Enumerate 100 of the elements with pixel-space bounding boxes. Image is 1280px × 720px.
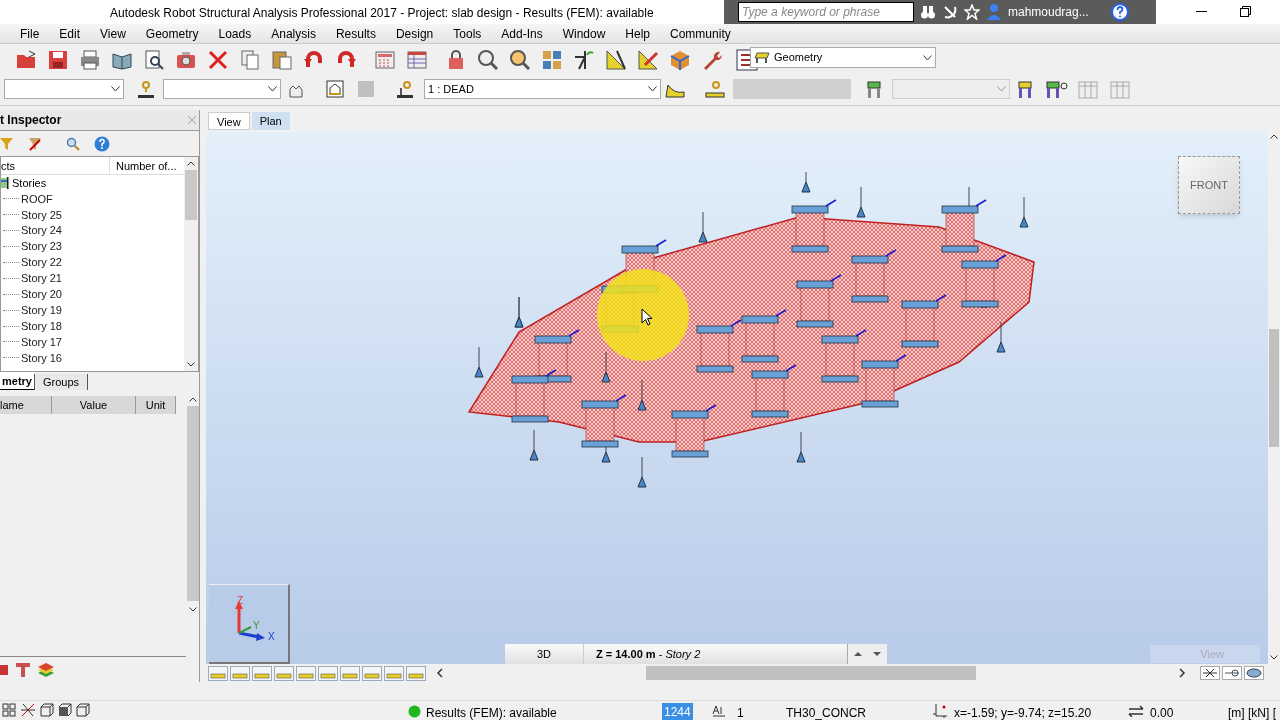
link-icon[interactable] — [1222, 666, 1242, 680]
beam-icon[interactable] — [13, 660, 33, 679]
camera-icon[interactable] — [175, 49, 197, 71]
menu-item[interactable]: Loads — [208, 24, 262, 43]
column-header: Unit — [136, 396, 176, 414]
zoom-icon[interactable] — [509, 49, 531, 71]
scroll-right-icon[interactable] — [1178, 668, 1186, 678]
support-icon[interactable] — [573, 49, 595, 71]
search-field[interactable]: Type a keyword or phrase — [738, 2, 914, 22]
story-selector[interactable]: Z = 14.00 m - Story 2 — [583, 644, 847, 664]
paste-icon[interactable] — [271, 49, 293, 71]
menu-item[interactable]: View — [90, 24, 136, 43]
menu-item[interactable]: Design — [385, 24, 444, 43]
chevron-down-icon — [648, 86, 657, 92]
star-icon[interactable] — [964, 4, 980, 20]
dropdown-field[interactable] — [163, 79, 281, 99]
scroll-down-icon[interactable] — [188, 607, 197, 612]
view-tab[interactable]: Plan — [251, 112, 290, 130]
column-query-icon[interactable] — [1044, 80, 1068, 100]
copy-icon[interactable] — [239, 49, 261, 71]
case-icon — [712, 704, 726, 717]
user-name[interactable]: mahmoudrag... — [1008, 3, 1089, 21]
minimize-icon[interactable] — [1196, 11, 1207, 13]
menu-item[interactable]: Geometry — [135, 24, 209, 43]
calculator-icon[interactable] — [374, 49, 396, 71]
scrollbar-track[interactable] — [186, 406, 199, 601]
zoom-grid-icon[interactable] — [541, 49, 563, 71]
layers-icon[interactable] — [36, 660, 56, 679]
arrow-down-icon[interactable] — [867, 644, 887, 664]
tree-item[interactable]: Story 23 — [21, 238, 62, 255]
folder-icon[interactable] — [15, 49, 37, 71]
tree-item[interactable]: Story 18 — [21, 317, 62, 335]
delete-icon[interactable] — [207, 49, 229, 71]
eye-icon[interactable] — [1244, 666, 1264, 680]
filter-clear-icon[interactable] — [28, 136, 42, 151]
dropdown-field[interactable] — [892, 79, 1010, 99]
help-icon[interactable] — [94, 135, 110, 152]
tree-item[interactable]: ROOF — [21, 190, 53, 208]
column-icon[interactable] — [1016, 80, 1034, 100]
tree-item[interactable]: Stories — [12, 174, 47, 192]
crossed-axes-icon[interactable] — [20, 703, 36, 717]
menu-item[interactable]: Analysis — [261, 24, 326, 43]
menu-item[interactable]: Tools — [443, 24, 492, 43]
menu-item[interactable]: File — [10, 24, 50, 43]
menu-item[interactable]: Window — [552, 24, 616, 43]
scrollbar-thumb[interactable] — [1269, 329, 1279, 447]
dropdown-field[interactable] — [4, 79, 124, 99]
tree-item[interactable]: Story 21 — [21, 270, 62, 287]
scroll-down-icon[interactable] — [1270, 655, 1278, 660]
column-header: cts — [1, 159, 17, 174]
menu-item[interactable]: Add-Ins — [491, 24, 553, 43]
scroll-up-icon[interactable] — [187, 161, 195, 166]
view-cube[interactable]: FRONT — [1178, 156, 1240, 214]
tree-item[interactable]: Story 17 — [21, 333, 62, 351]
scroll-up-icon[interactable] — [1270, 134, 1278, 139]
save-icon[interactable] — [47, 49, 69, 71]
binoculars-icon[interactable] — [920, 4, 936, 20]
stories-icon — [1, 177, 9, 189]
column-header: Value — [52, 396, 136, 414]
panel-tab[interactable]: metry — [0, 372, 34, 390]
load-case-dropdown[interactable]: 1 : DEAD — [424, 79, 661, 99]
column-icon[interactable] — [865, 80, 883, 100]
cube-icon[interactable] — [58, 703, 72, 717]
cube-icon[interactable] — [76, 703, 90, 717]
zoom-icon[interactable] — [477, 49, 499, 71]
scrollbar-thumb[interactable] — [185, 170, 197, 220]
menu-item[interactable]: Edit — [49, 24, 91, 43]
menu-item[interactable]: Community — [660, 24, 741, 43]
arrow-up-icon[interactable] — [847, 644, 867, 664]
cube-icon[interactable] — [669, 49, 691, 71]
pencil-ruler-icon[interactable] — [637, 49, 659, 71]
coordinate-icon — [933, 704, 947, 718]
restore-icon[interactable] — [1240, 6, 1251, 17]
cursor-coordinates: x=-1.59; y=-9.74; z=15.20 — [954, 705, 1092, 720]
menu-item[interactable]: Results — [325, 24, 386, 43]
tree-item[interactable]: Story 22 — [21, 254, 62, 271]
house-frame-icon[interactable] — [326, 80, 344, 98]
document-search-icon[interactable] — [143, 49, 165, 71]
view-mode-tab[interactable]: 3D — [505, 644, 583, 664]
tree-item[interactable]: Story 20 — [21, 286, 62, 303]
horizontal-scrollbar-thumb[interactable] — [646, 666, 976, 680]
tree-item[interactable]: Story 16 — [21, 349, 62, 367]
tree-item[interactable]: Story 24 — [21, 222, 62, 239]
node-icon[interactable] — [1200, 666, 1220, 680]
scroll-left-icon[interactable] — [436, 668, 444, 678]
menu-item[interactable]: Help — [615, 24, 661, 43]
search-icon[interactable] — [66, 136, 80, 151]
material-name: TH30_CONCR — [786, 705, 866, 720]
scroll-up-icon[interactable] — [188, 397, 197, 402]
panel-tab[interactable]: Groups — [33, 374, 89, 390]
scroll-down-icon[interactable] — [187, 362, 195, 367]
case-number: 1 — [737, 705, 744, 720]
tree-item[interactable]: Story 19 — [21, 301, 62, 319]
cube-icon[interactable] — [40, 703, 54, 717]
help-icon[interactable] — [1110, 3, 1129, 21]
tree-item[interactable]: Story 25 — [21, 206, 62, 224]
view-tab[interactable]: View — [208, 112, 250, 130]
spreadsheet-icon[interactable] — [406, 49, 428, 71]
layout-dropdown[interactable]: Geometry — [750, 47, 936, 68]
printer-icon[interactable] — [79, 49, 101, 71]
